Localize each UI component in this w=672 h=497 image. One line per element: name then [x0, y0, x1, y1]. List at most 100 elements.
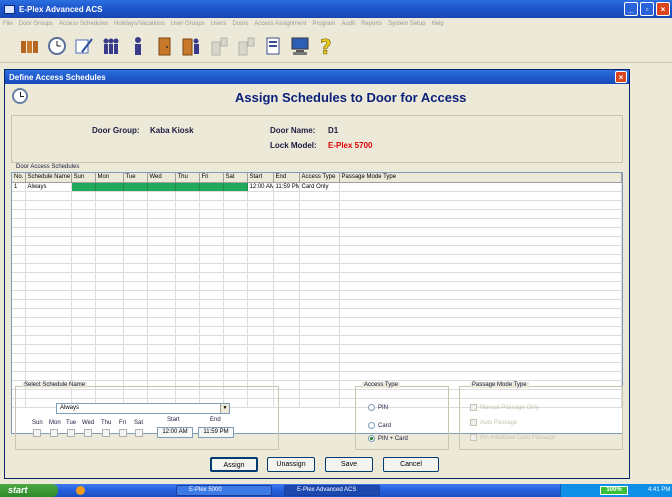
checkbox-wed[interactable] — [84, 429, 92, 437]
access-type-card-option[interactable]: Card — [368, 422, 391, 429]
schedule-name-select[interactable]: Always ▼ — [56, 403, 230, 414]
schedule-pen-icon[interactable] — [74, 35, 94, 57]
cell-schedule-name: Always — [25, 182, 72, 192]
menu-file[interactable]: File — [3, 21, 13, 27]
empty-cell — [25, 371, 72, 381]
unassign-button[interactable]: Unassign — [267, 457, 315, 472]
empty-cell — [25, 326, 72, 336]
checkbox-mon[interactable] — [50, 429, 58, 437]
col-start[interactable]: Start — [247, 173, 274, 183]
empty-cell — [273, 362, 300, 372]
menu-access-assignment[interactable]: Access Assignment — [254, 21, 306, 27]
checkbox-fri[interactable] — [119, 429, 127, 437]
menu-user-groups[interactable]: User Groups — [171, 21, 205, 27]
col-sun[interactable]: Sun — [71, 173, 96, 183]
empty-cell — [12, 281, 26, 291]
day-label-wed: Wed — [82, 420, 95, 426]
computer-icon[interactable] — [290, 35, 310, 57]
col-fri[interactable]: Fri — [199, 173, 224, 183]
maximize-button[interactable]: ▫ — [640, 2, 654, 16]
door-assign-icon[interactable] — [182, 35, 202, 57]
start-time-field[interactable]: 12:00 AM — [157, 427, 193, 438]
passage-mode-option-3[interactable]: Pin Initialized Card Passage — [470, 434, 555, 441]
app-title: E-Plex Advanced ACS — [19, 4, 103, 14]
radio-pin-card[interactable] — [368, 435, 375, 442]
dialog-close-button[interactable]: × — [615, 71, 627, 83]
col-access-type[interactable]: Access Type — [299, 173, 340, 183]
menu-doors[interactable]: Doors — [232, 21, 248, 27]
user-group-icon[interactable] — [101, 35, 121, 57]
start-button[interactable]: start — [0, 484, 58, 497]
door-icon[interactable] — [155, 35, 175, 57]
menu-holidays[interactable]: Holidays/Vacations — [114, 21, 165, 27]
col-end[interactable]: End — [273, 173, 300, 183]
menu-help[interactable]: Help — [431, 21, 443, 27]
checkbox-thu[interactable] — [102, 429, 110, 437]
app-close-button[interactable]: × — [656, 2, 670, 16]
empty-cell — [339, 317, 622, 327]
col-schedule-name[interactable]: Schedule Name — [25, 173, 72, 183]
cancel-button[interactable]: Cancel — [383, 457, 439, 472]
empty-cell — [199, 335, 224, 345]
empty-cell — [147, 335, 176, 345]
menu-access-schedules[interactable]: Access Schedules — [59, 21, 108, 27]
empty-cell — [71, 281, 96, 291]
empty-row — [12, 218, 622, 228]
empty-cell — [339, 299, 622, 309]
empty-cell — [95, 263, 124, 273]
checkbox-pin-initialized[interactable] — [470, 434, 477, 441]
assign-button[interactable]: Assign — [210, 457, 258, 472]
checkbox-auto-passage[interactable] — [470, 419, 477, 426]
doors-icon[interactable] — [20, 35, 40, 57]
menu-program[interactable]: Program — [312, 21, 335, 27]
access-type-pin-option[interactable]: PIN — [368, 404, 388, 411]
menu-reports[interactable]: Reports — [361, 21, 382, 27]
col-mon[interactable]: Mon — [95, 173, 124, 183]
taskbar-item-eplex-acs[interactable]: E-Plex Advanced ACS — [284, 485, 380, 496]
col-no[interactable]: No. — [12, 173, 26, 183]
audit-lock-icon[interactable] — [236, 35, 256, 57]
end-time-field[interactable]: 11:59 PM — [198, 427, 234, 438]
empty-cell — [71, 344, 96, 354]
checkbox-sun[interactable] — [33, 429, 41, 437]
passage-mode-option-1[interactable]: Manual Passage Only — [470, 404, 539, 411]
col-passage-mode[interactable]: Passage Mode Type — [339, 173, 622, 183]
zoom-indicator[interactable]: 100% — [600, 486, 628, 495]
minimize-button[interactable]: _ — [624, 2, 638, 16]
save-button[interactable]: Save — [325, 457, 373, 472]
empty-cell — [25, 191, 72, 201]
program-lock-icon[interactable] — [209, 35, 229, 57]
col-wed[interactable]: Wed — [147, 173, 176, 183]
empty-cell — [175, 308, 200, 318]
col-thu[interactable]: Thu — [175, 173, 200, 183]
empty-cell — [199, 272, 224, 282]
col-sat[interactable]: Sat — [223, 173, 248, 183]
checkbox-tue[interactable] — [67, 429, 75, 437]
single-user-icon[interactable] — [128, 35, 148, 57]
empty-cell — [339, 209, 622, 219]
menu-audit[interactable]: Audit — [341, 21, 355, 27]
menu-door-groups[interactable]: Door Groups — [19, 21, 53, 27]
checkbox-manual-passage[interactable] — [470, 404, 477, 411]
radio-card[interactable] — [368, 422, 375, 429]
empty-cell — [223, 191, 248, 201]
passage-mode-option-2[interactable]: Auto Passage — [470, 419, 517, 426]
access-type-pin-card-option[interactable]: PIN + Card — [368, 435, 408, 442]
empty-cell — [339, 353, 622, 363]
quick-launch-icon[interactable] — [76, 486, 85, 495]
radio-pin[interactable] — [368, 404, 375, 411]
checkbox-sat[interactable] — [135, 429, 143, 437]
help-icon[interactable]: ? — [317, 35, 337, 57]
chevron-down-icon[interactable]: ▼ — [220, 404, 229, 413]
empty-cell — [147, 299, 176, 309]
table-row[interactable]: 1 Always 12:00 AM 11:59 PM Card Only — [12, 182, 622, 192]
col-tue[interactable]: Tue — [123, 173, 148, 183]
empty-cell — [71, 326, 96, 336]
empty-cell — [273, 344, 300, 354]
report-icon[interactable] — [263, 35, 283, 57]
menu-system-setup[interactable]: System Setup — [388, 21, 425, 27]
menu-users[interactable]: Users — [211, 21, 227, 27]
empty-cell — [247, 317, 274, 327]
taskbar-item-eplex-5000[interactable]: E-Plex 5000 — [176, 485, 272, 496]
clock-icon[interactable] — [47, 35, 67, 57]
